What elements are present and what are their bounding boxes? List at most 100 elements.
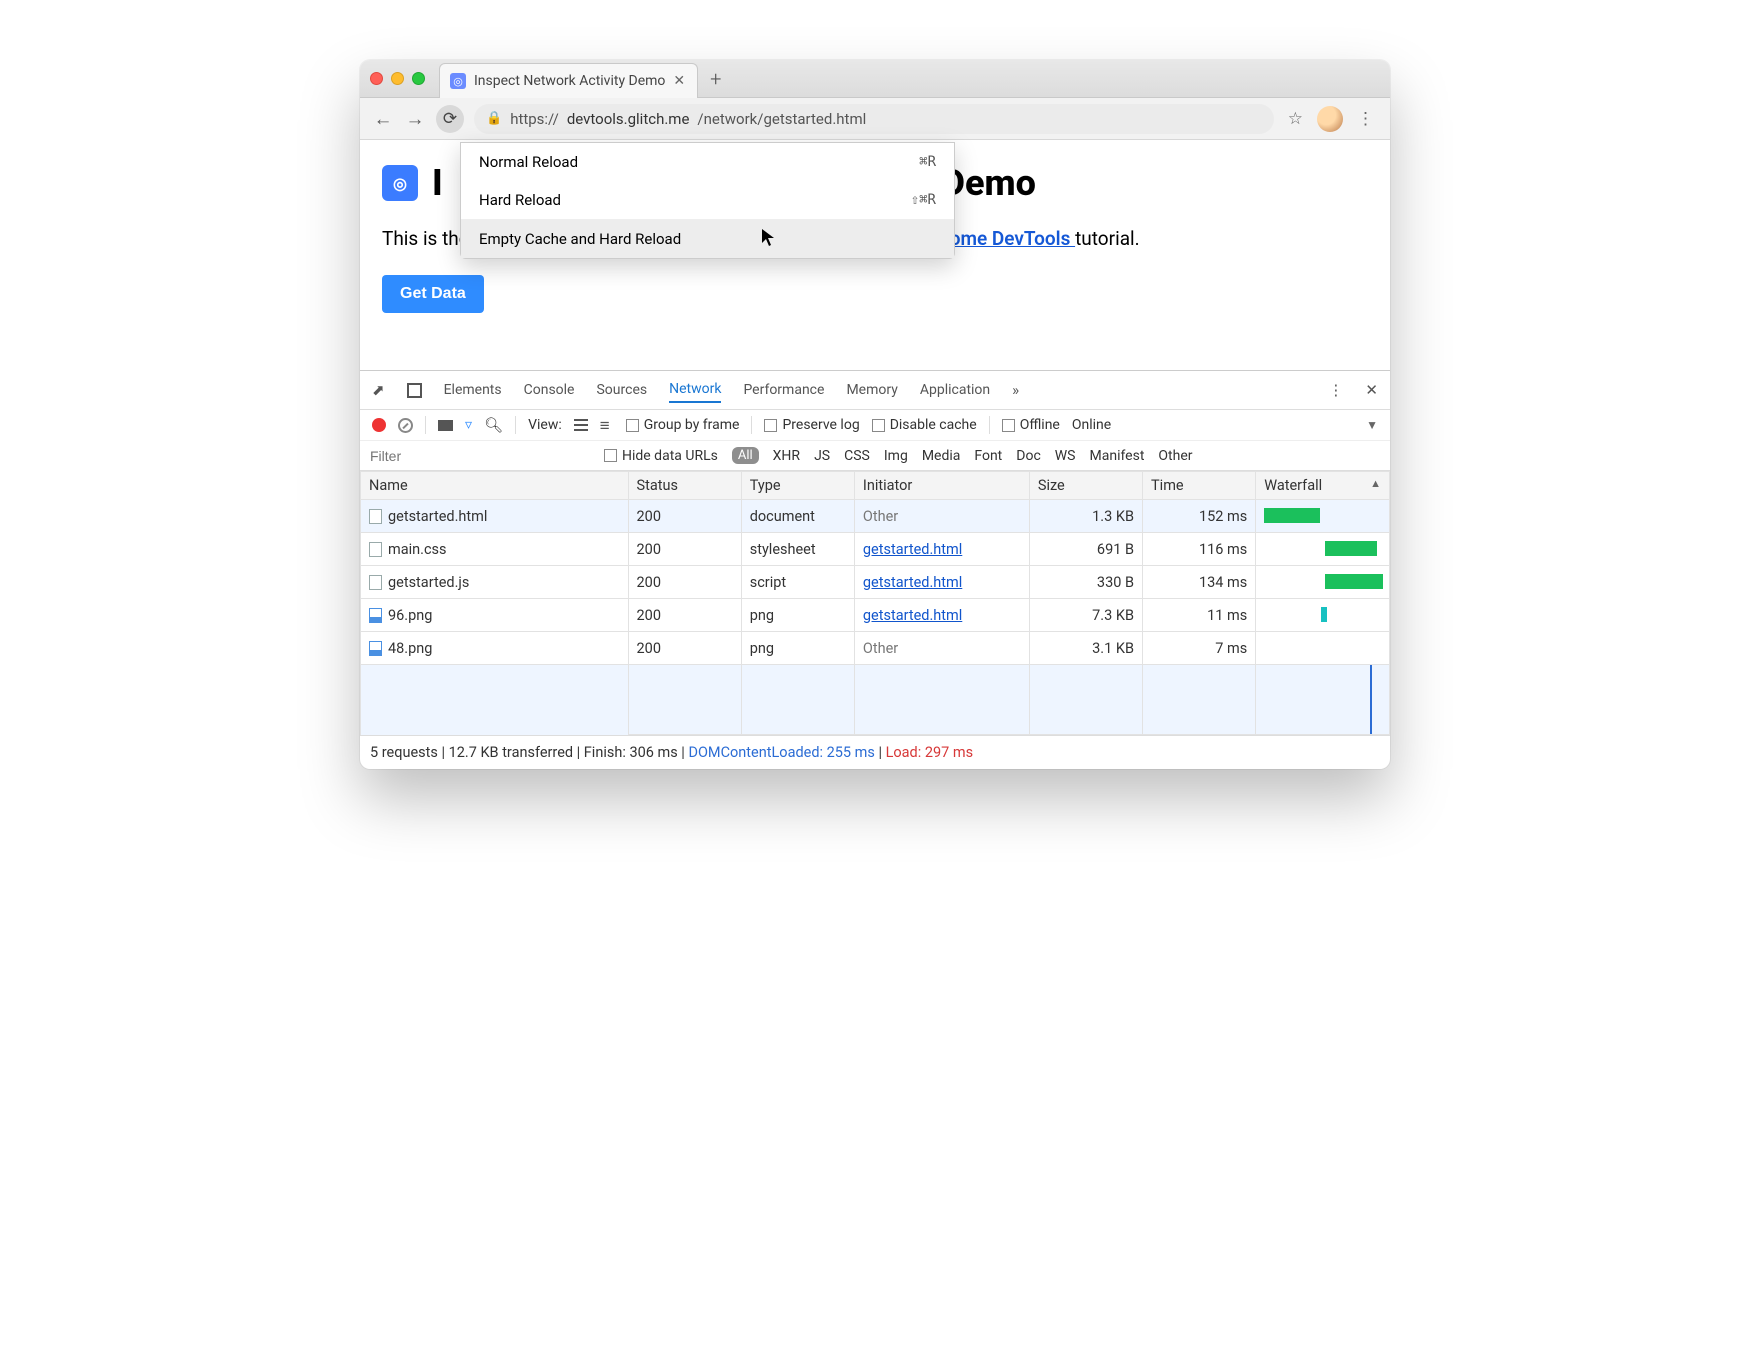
filter-all-pill[interactable]: All <box>732 447 759 464</box>
cell-waterfall <box>1256 599 1390 632</box>
bookmark-star-icon[interactable]: ☆ <box>1284 109 1307 129</box>
offline-checkbox[interactable]: Offline <box>1002 417 1060 433</box>
drawer-toggle-icon[interactable]: ▼ <box>1366 418 1378 432</box>
menuitem-hard-reload[interactable]: Hard Reload ⇧⌘R <box>461 181 954 219</box>
filter-type-media[interactable]: Media <box>922 448 961 464</box>
new-tab-button[interactable]: + <box>710 67 721 91</box>
table-row[interactable]: getstarted.html 200 document Other 1.3 K… <box>361 500 1390 533</box>
filter-type-js[interactable]: JS <box>814 448 830 464</box>
network-table: Name Status Type Initiator Size Time Wat… <box>360 471 1390 735</box>
col-type[interactable]: Type <box>741 472 854 500</box>
tab-sources[interactable]: Sources <box>596 378 647 402</box>
devtools-settings-icon[interactable]: ⋮ <box>1328 381 1343 399</box>
hide-data-urls-checkbox[interactable]: Hide data URLs <box>604 448 718 464</box>
close-window-button[interactable] <box>370 72 383 85</box>
cell-name: getstarted.html <box>361 500 629 533</box>
initiator-link[interactable]: getstarted.html <box>863 607 962 624</box>
cell-waterfall <box>1256 500 1390 533</box>
inspect-element-icon[interactable]: ⬈ <box>372 381 385 399</box>
cell-waterfall <box>1256 566 1390 599</box>
file-icon <box>369 509 382 524</box>
initiator-text: Other <box>863 640 898 657</box>
menuitem-empty-cache-hard-reload[interactable]: Empty Cache and Hard Reload <box>461 219 954 258</box>
col-time[interactable]: Time <box>1143 472 1256 500</box>
titlebar: ◎ Inspect Network Activity Demo ✕ + <box>360 60 1390 98</box>
col-status[interactable]: Status <box>628 472 741 500</box>
clear-icon[interactable] <box>398 418 413 433</box>
filter-type-css[interactable]: CSS <box>844 448 870 464</box>
search-icon[interactable]: 🔍︎ <box>484 416 503 434</box>
get-data-button[interactable]: Get Data <box>382 275 484 313</box>
navigation-toolbar: ← → ⟳ 🔒 https://devtools.glitch.me/netwo… <box>360 98 1390 140</box>
col-name[interactable]: Name <box>361 472 629 500</box>
tab-console[interactable]: Console <box>524 378 575 402</box>
large-rows-icon[interactable] <box>574 419 588 431</box>
browser-menu-icon[interactable]: ⋮ <box>1353 109 1378 129</box>
menuitem-normal-reload[interactable]: Normal Reload ⌘R <box>461 143 954 181</box>
filter-type-font[interactable]: Font <box>974 448 1002 464</box>
tab-close-icon[interactable]: ✕ <box>673 73 685 89</box>
devtools-panel: ⬈ Elements Console Sources Network Perfo… <box>360 370 1390 769</box>
view-label: View: <box>528 417 562 433</box>
filter-type-xhr[interactable]: XHR <box>773 448 800 464</box>
tab-memory[interactable]: Memory <box>846 378 897 402</box>
device-toggle-icon[interactable] <box>407 383 422 398</box>
throttling-select[interactable]: Online <box>1072 417 1111 433</box>
filter-toggle-icon[interactable]: ▿ <box>465 417 472 433</box>
tab-application[interactable]: Application <box>920 378 990 402</box>
url-path: /network/getstarted.html <box>697 110 866 128</box>
browser-tab[interactable]: ◎ Inspect Network Activity Demo ✕ <box>439 63 698 98</box>
cell-time: 11 ms <box>1143 599 1256 632</box>
reload-button[interactable]: ⟳ <box>436 105 464 133</box>
filter-type-ws[interactable]: WS <box>1055 448 1076 464</box>
forward-button[interactable]: → <box>404 107 426 131</box>
filter-input[interactable] <box>370 448 590 464</box>
cell-size: 7.3 KB <box>1029 599 1142 632</box>
small-rows-icon[interactable] <box>600 419 614 431</box>
screenshot-icon[interactable] <box>438 420 453 431</box>
zoom-window-button[interactable] <box>412 72 425 85</box>
devtools-close-icon[interactable]: ✕ <box>1365 381 1378 399</box>
table-row[interactable]: main.css 200 stylesheet getstarted.html … <box>361 533 1390 566</box>
tab-network[interactable]: Network <box>669 377 721 403</box>
lock-icon: 🔒 <box>486 111 502 126</box>
filter-type-other[interactable]: Other <box>1158 448 1192 464</box>
cell-size: 330 B <box>1029 566 1142 599</box>
cell-initiator: Other <box>854 500 1029 533</box>
menuitem-label: Hard Reload <box>479 191 561 209</box>
cell-name: 48.png <box>361 632 629 665</box>
favicon-chromium-icon: ◎ <box>450 73 466 89</box>
col-size[interactable]: Size <box>1029 472 1142 500</box>
filter-type-img[interactable]: Img <box>884 448 908 464</box>
tab-performance[interactable]: Performance <box>743 378 824 402</box>
filter-type-manifest[interactable]: Manifest <box>1090 448 1145 464</box>
minimize-window-button[interactable] <box>391 72 404 85</box>
file-icon <box>369 608 382 623</box>
cell-type: png <box>741 632 854 665</box>
initiator-link[interactable]: getstarted.html <box>863 574 962 591</box>
record-button[interactable] <box>372 418 386 432</box>
tab-elements[interactable]: Elements <box>444 378 502 402</box>
file-icon <box>369 542 382 557</box>
table-row[interactable]: 96.png 200 png getstarted.html 7.3 KB 11… <box>361 599 1390 632</box>
cell-time: 134 ms <box>1143 566 1256 599</box>
cell-status: 200 <box>628 566 741 599</box>
back-button[interactable]: ← <box>372 107 394 131</box>
col-initiator[interactable]: Initiator <box>854 472 1029 500</box>
table-row[interactable]: getstarted.js 200 script getstarted.html… <box>361 566 1390 599</box>
preserve-log-checkbox[interactable]: Preserve log <box>764 417 859 433</box>
profile-avatar[interactable] <box>1317 106 1343 132</box>
filter-type-doc[interactable]: Doc <box>1016 448 1041 464</box>
status-transferred: 12.7 KB transferred <box>449 744 573 761</box>
address-bar[interactable]: 🔒 https://devtools.glitch.me/network/get… <box>474 104 1274 134</box>
more-tabs-icon[interactable]: » <box>1012 381 1019 399</box>
group-by-frame-checkbox[interactable]: Group by frame <box>626 417 740 433</box>
disable-cache-checkbox[interactable]: Disable cache <box>872 417 977 433</box>
cell-type: stylesheet <box>741 533 854 566</box>
cell-status: 200 <box>628 599 741 632</box>
initiator-link[interactable]: getstarted.html <box>863 541 962 558</box>
devtools-tab-strip: ⬈ Elements Console Sources Network Perfo… <box>360 371 1390 410</box>
table-row[interactable]: 48.png 200 png Other 3.1 KB 7 ms <box>361 632 1390 665</box>
cell-type: document <box>741 500 854 533</box>
col-waterfall[interactable]: Waterfall▲ <box>1256 472 1390 500</box>
